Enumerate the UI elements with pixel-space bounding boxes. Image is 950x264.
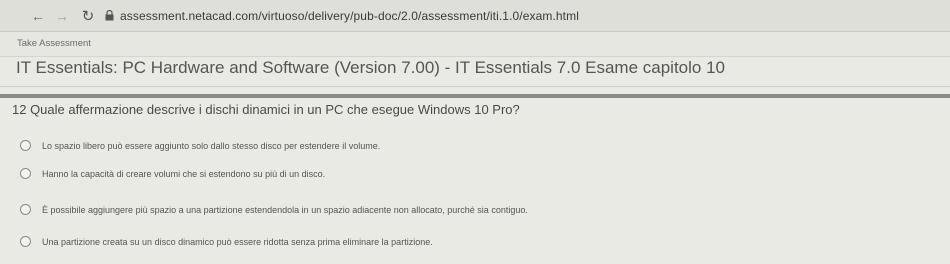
url-text: assessment.netacad.com/virtuoso/delivery… (120, 8, 579, 23)
radio-button[interactable] (20, 140, 31, 151)
answer-option[interactable]: È possibile aggiungere più spazio a una … (20, 204, 528, 215)
answer-label: Hanno la capacità di creare volumi che s… (42, 168, 326, 179)
app-header: Take Assessment (0, 32, 950, 57)
answer-label: Lo spazio libero può essere aggiunto sol… (42, 140, 381, 151)
forward-arrow-icon[interactable]: → (52, 6, 72, 26)
question-text: 12 Quale affermazione descrive i dischi … (12, 102, 520, 117)
answer-option[interactable]: Hanno la capacità di creare volumi che s… (20, 168, 325, 179)
radio-button[interactable] (20, 168, 31, 179)
lock-icon (104, 9, 115, 23)
title-divider (0, 86, 950, 87)
answer-label: Una partizione creata su un disco dinami… (42, 236, 433, 247)
answer-option[interactable]: Lo spazio libero può essere aggiunto sol… (20, 140, 380, 151)
reload-icon[interactable]: ↻ (78, 6, 98, 26)
answer-label: È possibile aggiungere più spazio a una … (42, 204, 528, 215)
answer-option[interactable]: Una partizione creata su un disco dinami… (20, 236, 433, 247)
question-divider (0, 94, 950, 98)
app-title: Take Assessment (17, 38, 91, 49)
radio-button[interactable] (20, 204, 31, 215)
radio-button[interactable] (20, 236, 31, 247)
back-arrow-icon[interactable]: ← (28, 6, 48, 26)
address-bar[interactable]: assessment.netacad.com/virtuoso/delivery… (104, 4, 579, 28)
browser-toolbar: ← → ↻ assessment.netacad.com/virtuoso/de… (0, 0, 950, 32)
exam-title: IT Essentials: PC Hardware and Software … (16, 58, 725, 77)
